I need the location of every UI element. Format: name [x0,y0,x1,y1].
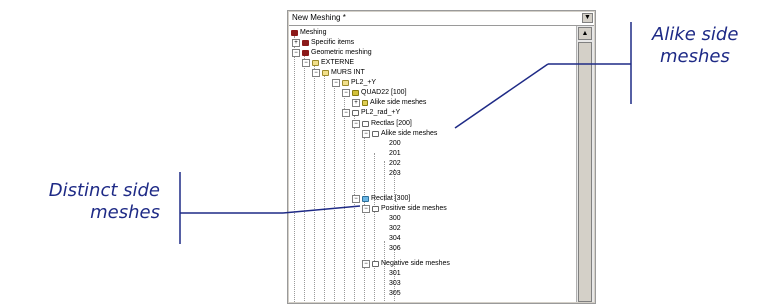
collapse-icon[interactable]: − [362,260,370,268]
tree-guide-line [344,93,345,302]
tree-leaf-300[interactable]: 300 [389,214,401,224]
collapse-icon[interactable]: − [342,89,350,97]
tree-node-alike-side-meshes-1[interactable]: + Alike side meshes [352,98,426,108]
collapse-icon[interactable]: − [302,59,310,67]
alike-side-meshes-annotation: Alike side meshes [640,24,770,68]
tree-node-specific-items[interactable]: + Specific items [292,38,354,48]
alike-mesh-icon [362,100,368,106]
tree-view: Meshing + Specific items − Geometric meshi… [289,26,577,302]
tree-node-negative-side-meshes[interactable]: − Negative side meshes [362,259,450,269]
tree-guide-line [384,241,385,302]
collapse-icon[interactable]: − [362,205,370,213]
tree-leaf-302[interactable]: 302 [389,224,401,234]
tree-node-pl2-y[interactable]: − PL2_+Y [332,78,376,88]
tree-leaf-305[interactable]: 305 [389,289,401,299]
tree-guide-line [304,53,305,302]
distinct-side-meshes-annotation: Distinct side meshes [0,180,160,224]
folder-icon [342,80,349,86]
alike-mesh-icon [372,131,379,137]
tree-leaf-202[interactable]: 202 [389,159,401,169]
tree-guide-line [314,63,315,302]
meshing-tree-panel: New Meshing * ▼ Meshing + Specific items … [287,10,596,304]
mesh-group-icon [362,196,369,202]
collapse-icon[interactable]: − [292,49,300,57]
folder-icon [352,110,359,116]
collapse-icon[interactable]: − [342,109,350,117]
tree-leaf-304[interactable]: 304 [389,234,401,244]
tree-leaf-200[interactable]: 200 [389,139,401,149]
tree-node-quad22[interactable]: − QUAD22 [100] [342,88,407,98]
tree-node-murs-int[interactable]: − MURS INT [312,68,365,78]
tree-guide-line [364,133,365,302]
tree-guide-line [354,113,355,302]
mesh-icon [302,40,309,46]
annotation-line: Distinct side [48,180,160,201]
tree-leaf-303[interactable]: 303 [389,279,401,289]
tree-node-externe[interactable]: − EXTERNE [302,58,354,68]
tree-leaf-301[interactable]: 301 [389,269,401,279]
tree-node-rectlas[interactable]: − Rectlas [200] [352,119,412,129]
expand-icon[interactable]: + [352,99,360,107]
tree-guide-line [374,153,375,302]
positive-mesh-icon [372,206,379,212]
collapse-icon[interactable]: − [352,195,360,203]
vertical-scrollbar[interactable]: ▲ [576,26,594,302]
scroll-up-icon[interactable]: ▲ [578,27,592,40]
panel-header[interactable]: New Meshing * ▼ [289,12,594,26]
mesh-group-icon [352,90,359,96]
folder-icon [312,60,319,66]
tree-guide-line [334,83,335,302]
folder-icon [322,70,329,76]
dropdown-arrow-icon[interactable]: ▼ [582,13,593,23]
tree-node-alike-side-meshes-2[interactable]: − Alike side meshes [362,129,437,139]
collapse-icon[interactable]: − [352,120,360,128]
tree-node-positive-side-meshes[interactable]: − Positive side meshes [362,204,447,214]
negative-mesh-icon [372,261,379,267]
tree-guide-line [294,36,295,302]
collapse-icon[interactable]: − [362,130,370,138]
mesh-icon [302,50,309,56]
annotation-line: meshes [90,202,160,223]
mesh-group-icon [362,121,369,127]
panel-title: New Meshing * [292,13,346,22]
tree-node-geometric-meshing[interactable]: − Geometric meshing [292,48,372,58]
tree-node-rectlat[interactable]: − Rectlat [300] [352,194,410,204]
collapse-icon[interactable]: − [332,79,340,87]
annotation-line: meshes [660,46,730,67]
tree-leaf-201[interactable]: 201 [389,149,401,159]
scroll-thumb[interactable] [578,42,592,302]
expand-icon[interactable]: + [292,39,300,47]
mesh-icon [291,30,298,36]
tree-leaf-203[interactable]: 203 [389,169,401,179]
tree-node-meshing[interactable]: Meshing [291,28,326,38]
tree-guide-line [324,73,325,302]
tree-leaf-306[interactable]: 306 [389,244,401,254]
tree-node-pl2-rad[interactable]: − PL2_rad_+Y [342,108,400,118]
collapse-icon[interactable]: − [312,69,320,77]
annotation-line: Alike side [652,24,739,45]
